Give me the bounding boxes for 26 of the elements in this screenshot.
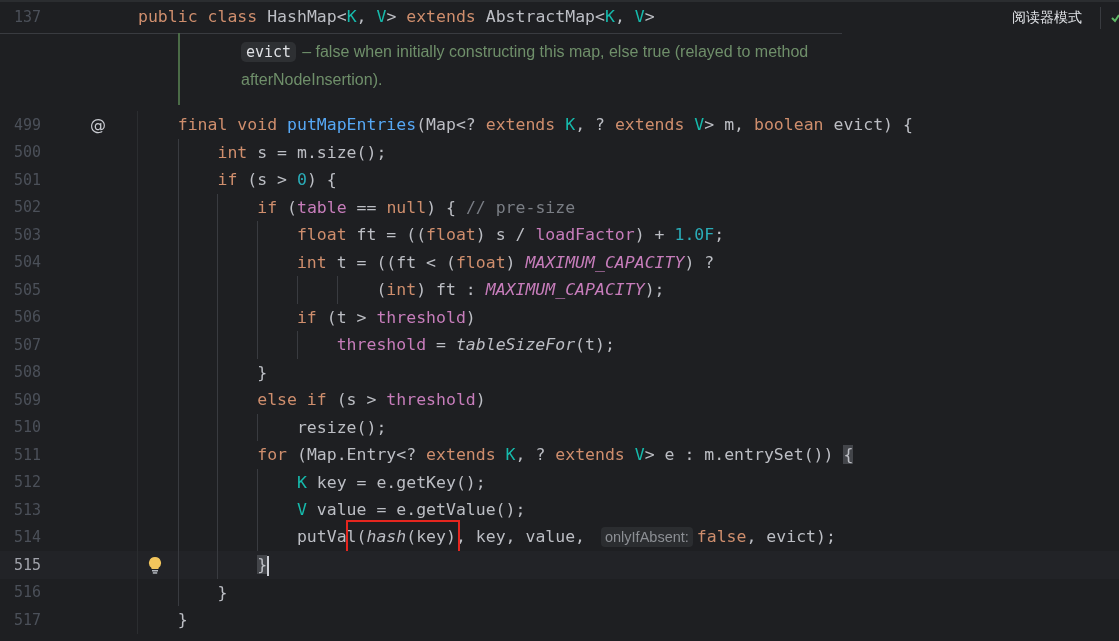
code-line: float ft = ((float) s / loadFactor) + 1.0F; <box>296 224 725 246</box>
lightbulb-icon[interactable] <box>148 556 162 574</box>
parameter-name: evict <box>241 42 297 62</box>
code-line: V value = e.getValue(); <box>296 499 526 521</box>
code-line: if (table == null) { // pre-size <box>257 196 576 219</box>
code-line: threshold = tableSizeFor(t); <box>336 334 615 356</box>
code-line: else if (s > threshold) <box>257 389 486 411</box>
override-icon[interactable]: @ <box>90 115 106 135</box>
code-line: } <box>257 554 270 578</box>
code-line: resize(); <box>296 416 387 439</box>
code-line: for (Map.Entry<? extends K, ? extends V> e : m.entrySet()) { <box>257 444 854 466</box>
code-line: if (t > threshold) <box>296 306 476 329</box>
code-line: } <box>177 609 188 631</box>
code-line: public class HashMap<K, V> extends AbstractMap<K, V> <box>138 6 655 29</box>
doc-text: – false when initially constructing this map, else true (relayed to method <box>302 43 809 61</box>
reader-mode-button[interactable]: 阅读器模式 <box>1004 4 1090 31</box>
line-number: 515 <box>14 555 42 574</box>
code-line: K key = e.getKey(); <box>296 471 486 494</box>
code-line: } <box>257 361 268 384</box>
code-line: (int) ft : MAXIMUM_CAPACITY); <box>376 279 665 301</box>
code-line: int t = ((ft < (float) MAXIMUM_CAPACITY) ? <box>296 251 715 274</box>
code-line: if (s > 0) { <box>217 169 337 191</box>
code-line: } <box>217 581 228 604</box>
doc-text: afterNodeInsertion). <box>241 71 383 89</box>
code-line: int s = m.size(); <box>217 141 387 164</box>
code-line: final void putMapEntries(Map<? extends K, ? extends V> m, boolean evict) { <box>177 114 913 136</box>
